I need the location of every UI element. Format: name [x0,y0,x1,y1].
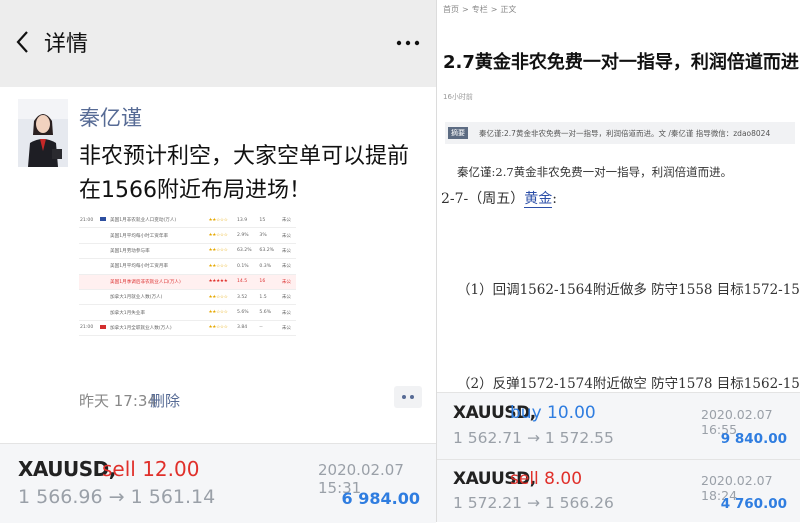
breadcrumb-current: 正文 [500,5,517,14]
comment-dots-icon[interactable] [394,386,422,408]
article-line: （1）回调1562-1564附近做多 防守1558 目标1572-1575。 [457,282,800,298]
breadcrumb-home[interactable]: 首页 [443,5,459,14]
breadcrumb: 首页 > 专栏 > 正文 [443,5,517,14]
canada-flag-icon [100,324,106,329]
abstract-text: 秦亿谨:2.7黄金非农免费一对一指导，利润倍道而进。文 /秦亿谨 指导微信：zd… [479,129,771,138]
trade-card[interactable]: XAUUSD, sell 12.00 2020.02.07 15:31 1 56… [0,443,436,523]
trade-profit: 9 840.00 [720,431,787,447]
abstract-box: 摘要 秦亿谨:2.7黄金非农免费一对一指导，利润倍道而进。文 /秦亿谨 指导微信… [445,122,795,144]
trade-prices: 1 562.71 → 1 572.55 [453,429,614,447]
article-line: 2-7-（周五）黄金: [441,191,557,208]
post-author[interactable]: 秦亿谨 [79,102,142,132]
table-row: 美国1月劳动参与率 ★★☆☆☆ 63.2% 63.2% 未公 [79,243,296,260]
calendar-table: 21:00 美国1月非农就业人口变动(万人) ★★☆☆☆ 13.9 15 未公 … [79,213,296,337]
event-time: 21:00 [79,213,99,229]
trade-profit: 4 760.00 [720,496,787,512]
article-line: 秦亿谨:2.7黄金非农免费一对一指导，利润倍道而进。 [457,165,733,179]
avatar-photo [18,99,68,167]
trade-prices: 1 566.96 → 1 561.14 [18,486,216,508]
trade-profit: 6 984.00 [341,489,420,508]
trade-card[interactable]: XAUUSD, buy 10.00 2020.02.07 16:55 1 562… [437,392,800,459]
gold-link[interactable]: 黄金 [524,191,553,208]
trade-side: sell 12.00 [102,457,200,481]
table-row: 21:00 美国1月非农就业人口变动(万人) ★★☆☆☆ 13.9 15 未公 [79,213,296,229]
article-panel: 首页 > 专栏 > 正文 2.7黄金非农免费一对一指导，利润倍道而进 16小时前 摘要 … [436,0,800,522]
trade-prices: 1 572.21 → 1 566.26 [453,494,614,512]
article-title: 2.7黄金非农免费一对一指导，利润倍道而进 [443,52,799,73]
trade-side: buy 10.00 [510,403,596,423]
table-row-highlighted: 美国1月季调后非农就业人口(万人) ★★★★★ 14.5 16 未公 [79,274,296,290]
table-row: 美国1月平均每小时工资月率 ★★☆☆☆ 0.1% 0.3% 未公 [79,258,296,275]
page-title: 详情 [44,32,89,57]
more-dots-icon[interactable] [395,38,421,48]
post-time: 昨天 17:34 [79,392,157,410]
article-time: 16小时前 [443,93,473,101]
trade-card[interactable]: XAUUSD, sell 8.00 2020.02.07 18:24 1 572… [437,459,800,522]
delete-link[interactable]: 删除 [150,390,180,411]
abstract-tag: 摘要 [448,127,468,139]
breadcrumb-column[interactable]: 专栏 [472,5,488,14]
avatar[interactable] [18,99,68,167]
table-row: 加拿大1月就业人数(万人) ★★☆☆☆ 3.52 1.5 未公 [79,289,296,306]
trade-side: sell 8.00 [510,469,583,489]
article-line: （2）反弹1572-1574附近做空 防守1578 目标1562-1564 [457,376,800,392]
us-flag-icon [100,217,106,222]
top-bar: 详情 [0,0,436,87]
table-row: 美国1月平均每小时工资年率 ★★☆☆☆ 2.9% 3% 未公 [79,227,296,244]
post-image-economic-calendar[interactable]: 21:00 美国1月非农就业人口变动(万人) ★★☆☆☆ 13.9 15 未公 … [79,213,296,358]
table-row: 21:00 加拿大1月全职就业人数(万人) ★★☆☆☆ 3.84 -- 未公 [79,320,296,337]
moments-panel: 详情 秦亿谨 非农预计利空，大家空单可以提前在1566附近布局进场！ 21:00… [0,0,436,523]
back-arrow-icon[interactable] [10,27,36,57]
table-row: 加拿大1月失业率 ★★☆☆☆ 5.6% 5.6% 未公 [79,304,296,321]
post-text: 非农预计利空，大家空单可以提前在1566附近布局进场！ [79,144,410,203]
